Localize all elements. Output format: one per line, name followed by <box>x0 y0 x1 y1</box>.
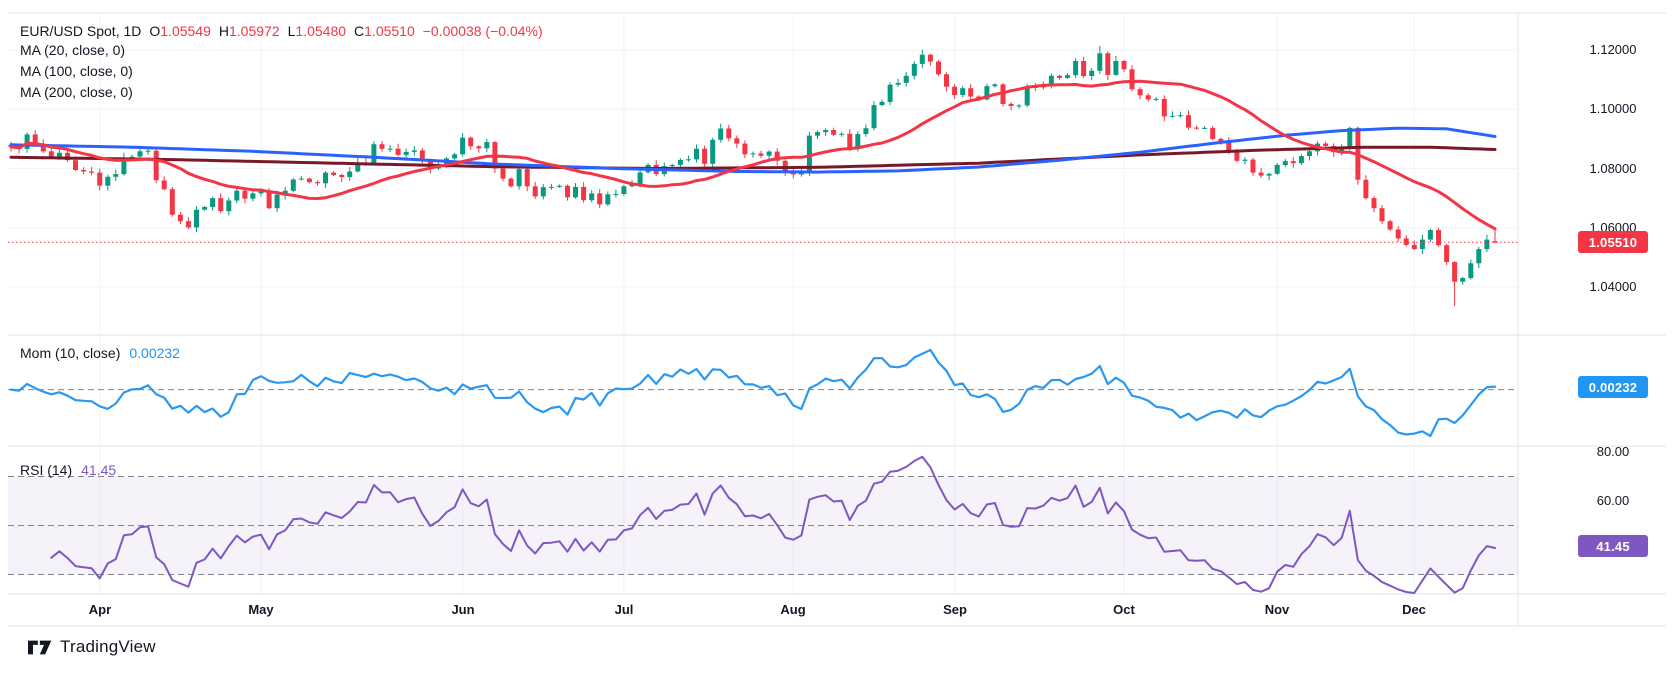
rsi-axis-label-60: 60.00 <box>1596 493 1630 508</box>
month-label: Apr <box>88 602 112 617</box>
momentum-badge: 0.00232 <box>1578 376 1648 398</box>
month-label: Jul <box>614 602 634 617</box>
momentum-value: 0.00232 <box>129 345 180 361</box>
tradingview-chart-window: EUR/USD Spot, 1D O1.05549 H1.05972 L1.05… <box>0 0 1674 674</box>
rsi-legend[interactable]: RSI (14) 41.45 <box>20 462 116 478</box>
price-axis-label: 1.08000 <box>1589 161 1637 176</box>
symbol-legend[interactable]: EUR/USD Spot, 1D O1.05549 H1.05972 L1.05… <box>20 23 543 39</box>
ohlc-open: O1.05549 <box>149 23 211 39</box>
rsi-axis-label-80: 80.00 <box>1596 444 1630 459</box>
price-axis-label: 1.10000 <box>1589 101 1637 116</box>
month-label: Aug <box>780 602 806 617</box>
month-label: Jun <box>451 602 475 617</box>
rsi-value: 41.45 <box>81 462 117 478</box>
month-label: Sep <box>943 602 967 617</box>
month-label: Dec <box>1402 602 1426 617</box>
price-axis-label: 1.12000 <box>1589 42 1637 57</box>
symbol-title[interactable]: EUR/USD Spot, 1D <box>20 23 141 39</box>
ma100-legend[interactable]: MA (100, close, 0) <box>20 63 133 79</box>
month-label: Nov <box>1264 602 1290 617</box>
ma200-legend[interactable]: MA (200, close, 0) <box>20 84 133 100</box>
rsi-label: RSI (14) <box>20 462 73 478</box>
tradingview-logo-text: TradingView <box>60 637 156 656</box>
ohlc-close: C1.05510 <box>354 23 415 39</box>
momentum-label: Mom (10, close) <box>20 345 121 361</box>
tradingview-logo[interactable]: TradingView <box>28 637 156 657</box>
ma20-legend[interactable]: MA (20, close, 0) <box>20 42 125 58</box>
last-price-badge: 1.05510 <box>1578 231 1648 253</box>
price-axis-label: 1.04000 <box>1589 279 1637 294</box>
tradingview-logo-icon <box>28 640 52 654</box>
ohlc-low: L1.05480 <box>287 23 347 39</box>
month-label: Oct <box>1113 602 1135 617</box>
momentum-legend[interactable]: Mom (10, close) 0.00232 <box>20 345 180 361</box>
ohlc-high: H1.05972 <box>218 23 280 39</box>
change-readout: −0.00038 (−0.04%) <box>422 23 543 39</box>
chart-canvas[interactable] <box>0 0 1674 674</box>
month-label: May <box>248 602 274 617</box>
rsi-badge: 41.45 <box>1578 535 1648 557</box>
